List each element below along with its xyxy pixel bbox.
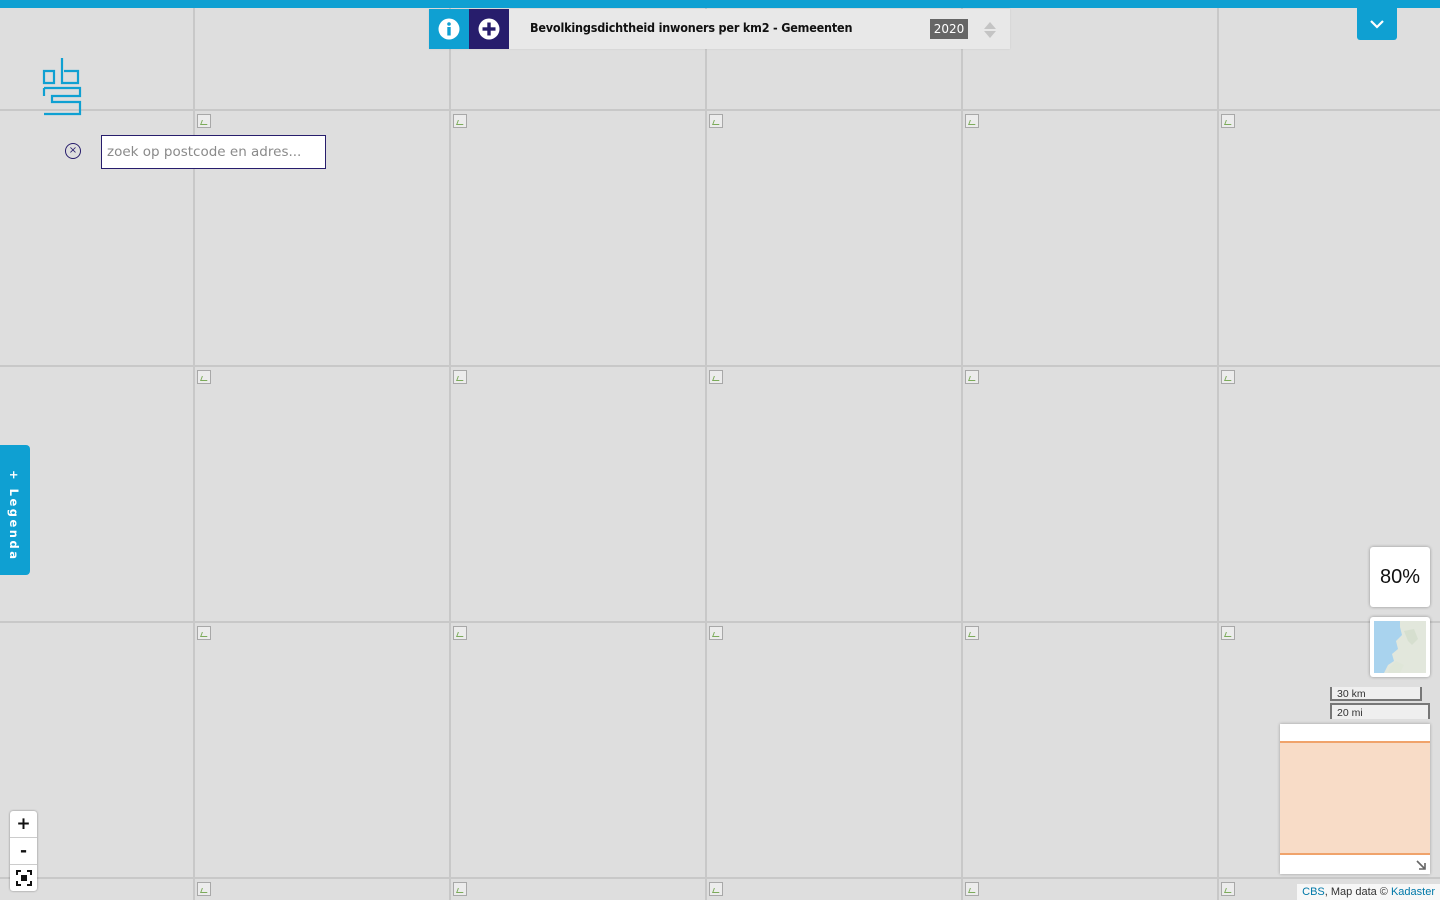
zoom-out-button[interactable]: - <box>10 838 37 864</box>
overview-toggle-icon[interactable] <box>1415 859 1427 871</box>
broken-tile-icon <box>965 114 979 128</box>
search-input[interactable] <box>101 135 326 169</box>
broken-tile-icon <box>453 882 467 896</box>
broken-tile-icon <box>453 370 467 384</box>
cbs-logo-icon <box>42 58 82 116</box>
broken-tile-icon <box>197 114 211 128</box>
broken-tile-icon <box>453 626 467 640</box>
scale-bar-mi: 20 mi <box>1330 703 1430 719</box>
search-clear-button[interactable]: × <box>65 143 81 159</box>
info-button[interactable] <box>429 9 469 49</box>
cbs-link[interactable]: CBS <box>1302 886 1325 898</box>
broken-tile-icon <box>965 626 979 640</box>
broken-tile-icon <box>709 114 723 128</box>
map-tile-border <box>0 877 1440 879</box>
fullscreen-button[interactable] <box>10 865 37 891</box>
broken-tile-icon <box>197 370 211 384</box>
zoom-controls: + - <box>10 811 37 891</box>
map-tile-border <box>0 621 1440 623</box>
map-tile-border <box>0 109 1440 111</box>
fullscreen-icon <box>15 870 32 886</box>
opacity-control[interactable]: 80% <box>1370 547 1430 607</box>
collapse-header-button[interactable] <box>1357 8 1397 40</box>
map-tile-border <box>0 365 1440 367</box>
map-tile-border <box>705 8 707 900</box>
broken-tile-icon <box>453 114 467 128</box>
scale-bar-km: 30 km <box>1330 687 1422 701</box>
map-tile-border <box>449 8 451 900</box>
broken-tile-icon <box>1221 114 1235 128</box>
map-tile-border <box>1217 8 1219 900</box>
legend-toggle[interactable]: + Legenda <box>0 445 30 575</box>
info-icon <box>438 18 460 40</box>
broken-tile-icon <box>1221 882 1235 896</box>
broken-tile-icon <box>197 882 211 896</box>
plus-circle-icon <box>478 18 500 40</box>
zoom-in-button[interactable]: + <box>10 811 37 837</box>
basemap-switcher[interactable] <box>1370 617 1430 677</box>
broken-tile-icon <box>709 882 723 896</box>
top-accent-bar <box>0 0 1440 8</box>
add-layer-button[interactable] <box>469 9 509 49</box>
overview-map[interactable] <box>1280 724 1430 874</box>
map-attribution: CBS, Map data © Kadaster <box>1297 884 1440 900</box>
year-stepper-icon[interactable] <box>983 21 997 39</box>
broken-tile-icon <box>1221 370 1235 384</box>
map-tile-border <box>961 8 963 900</box>
layer-title-bar: Bevolkingsdichtheid inwoners per km2 - G… <box>429 9 1010 49</box>
layer-title[interactable]: Bevolkingsdichtheid inwoners per km2 - G… <box>530 20 852 35</box>
broken-tile-icon <box>965 370 979 384</box>
chevron-down-icon <box>1370 20 1384 29</box>
legend-label: + Legenda <box>7 470 21 562</box>
broken-tile-icon <box>965 882 979 896</box>
overview-extent-box[interactable] <box>1280 741 1430 855</box>
attribution-text: , Map data © <box>1324 886 1391 898</box>
broken-tile-icon <box>1221 626 1235 640</box>
basemap-thumbnail-icon <box>1374 621 1426 673</box>
year-badge[interactable]: 2020 <box>930 19 968 39</box>
kadaster-link[interactable]: Kadaster <box>1391 886 1435 898</box>
broken-tile-icon <box>709 370 723 384</box>
broken-tile-icon <box>197 626 211 640</box>
broken-tile-icon <box>709 626 723 640</box>
